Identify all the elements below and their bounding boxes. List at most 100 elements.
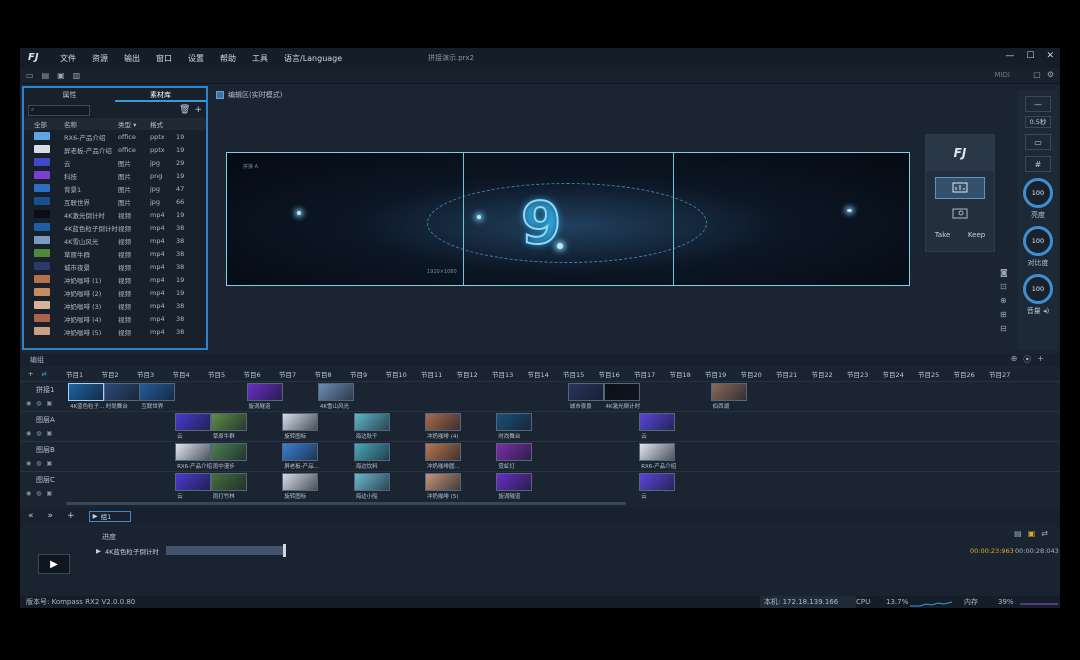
progress-handle[interactable]: [282, 544, 286, 557]
timeline-clip[interactable]: [639, 473, 676, 491]
library-row[interactable]: 冲奶咖啡 (1) 视频 mp4 19: [24, 273, 206, 286]
menu-help[interactable]: 帮助: [220, 53, 236, 64]
target-icon[interactable]: ⊕: [1000, 296, 1008, 305]
library-row[interactable]: 冲奶咖啡 (3) 视频 mp4 38: [24, 299, 206, 312]
lock-icon[interactable]: ▣: [47, 400, 53, 407]
add-program-icon[interactable]: +: [1037, 354, 1044, 365]
export-icon[interactable]: ▥: [73, 71, 81, 80]
trash-icon[interactable]: 🗑: [179, 105, 190, 115]
visibility-icon[interactable]: ◉: [26, 490, 31, 497]
program-marker[interactable]: 节目5: [208, 369, 244, 379]
brightness-knob[interactable]: 100: [1023, 178, 1053, 208]
library-row[interactable]: 4K蓝色粒子倒计时 视频 mp4 38: [24, 221, 206, 234]
program-marker[interactable]: 节目11: [421, 369, 457, 379]
swap-icon[interactable]: ⇄: [1041, 529, 1048, 538]
zoom-out-icon[interactable]: ⊟: [1000, 324, 1008, 333]
program-marker[interactable]: 节目27: [989, 369, 1025, 379]
preview-stage[interactable]: 9 拼接 A 1920×1080: [226, 152, 910, 286]
timeline-clip[interactable]: [496, 443, 533, 461]
mute-icon[interactable]: ◍: [36, 400, 41, 407]
library-row[interactable]: 互联世界 图片 jpg 66: [24, 195, 206, 208]
program-marker[interactable]: 节目16: [599, 369, 635, 379]
timeline-scrollbar[interactable]: [66, 502, 626, 505]
list-icon[interactable]: ▤: [1014, 529, 1022, 538]
mute-icon[interactable]: ◍: [36, 490, 41, 497]
timeline-clip[interactable]: [353, 473, 390, 491]
expand-icon[interactable]: ▶: [96, 547, 101, 555]
timeline-clip[interactable]: [496, 473, 533, 491]
timeline-clip[interactable]: [175, 413, 212, 431]
timeline-clip[interactable]: [567, 383, 604, 401]
menu-tools[interactable]: 工具: [252, 53, 268, 64]
library-row[interactable]: 4K激光倒计时 视频 mp4 19: [24, 208, 206, 221]
menu-settings[interactable]: 设置: [188, 53, 204, 64]
program-marker[interactable]: 节目7: [279, 369, 315, 379]
library-row[interactable]: 城市夜景 视频 mp4 38: [24, 260, 206, 273]
library-row[interactable]: 冲奶咖啡 (2) 视频 mp4 19: [24, 286, 206, 299]
timeline-clip[interactable]: [103, 383, 140, 401]
lock-icon[interactable]: ▣: [47, 430, 53, 437]
timeline-clip[interactable]: [639, 413, 676, 431]
program-marker[interactable]: 节目14: [528, 369, 564, 379]
settings-icon[interactable]: ⚙: [1047, 70, 1054, 79]
program-marker[interactable]: 节目6: [244, 369, 280, 379]
mute-icon[interactable]: ◍: [36, 460, 41, 467]
visibility-icon[interactable]: ◉: [26, 460, 31, 467]
timeline-clip[interactable]: [639, 443, 676, 461]
program-marker[interactable]: 节目8: [315, 369, 351, 379]
add-icon[interactable]: +: [194, 105, 202, 115]
add-group-icon[interactable]: +: [67, 511, 75, 521]
library-row[interactable]: 冲奶咖啡 (5) 视频 mp4 38: [24, 325, 206, 338]
timeline-clip[interactable]: [210, 443, 247, 461]
visibility-icon[interactable]: ◉: [26, 430, 31, 437]
timeline-clip[interactable]: [246, 383, 283, 401]
program-marker[interactable]: 节目24: [883, 369, 919, 379]
timeline-clip[interactable]: [317, 383, 354, 401]
zoom-in-icon[interactable]: ⊞: [1000, 310, 1008, 319]
sync-icon[interactable]: ⇄: [41, 370, 46, 378]
transition-speed[interactable]: 0.5秒: [1025, 116, 1051, 128]
new-file-icon[interactable]: ▭: [26, 71, 34, 80]
program-marker[interactable]: 节目10: [386, 369, 422, 379]
library-row[interactable]: 冲奶咖啡 (4) 视频 mp4 38: [24, 312, 206, 325]
progress-bar[interactable]: [166, 546, 285, 555]
program-marker[interactable]: 节目9: [350, 369, 386, 379]
library-row[interactable]: 屏老板-产品介绍 office pptx 19: [24, 143, 206, 156]
library-row[interactable]: RX6-产品介绍 office pptx 19: [24, 130, 206, 143]
library-row[interactable]: 科技 图片 png 19: [24, 169, 206, 182]
save-icon[interactable]: ▣: [57, 71, 65, 80]
timeline-clip[interactable]: [282, 413, 319, 431]
timeline-clip[interactable]: [282, 473, 319, 491]
volume-knob[interactable]: 100: [1023, 274, 1053, 304]
keep-button[interactable]: Keep: [968, 231, 985, 239]
col-format[interactable]: 格式: [150, 119, 176, 129]
midi-label[interactable]: MIDI: [994, 71, 1010, 79]
fit-icon[interactable]: ⊡: [1000, 282, 1008, 291]
program-marker[interactable]: 节目18: [670, 369, 706, 379]
timeline-clip[interactable]: [282, 443, 319, 461]
lock-icon[interactable]: ▣: [47, 460, 53, 467]
menu-output[interactable]: 输出: [124, 53, 140, 64]
prev-group-icon[interactable]: «: [28, 511, 34, 521]
group-tab[interactable]: ▶ 组1: [88, 510, 131, 522]
pin-icon[interactable]: ⦿: [1023, 354, 1031, 365]
program-marker[interactable]: 节目21: [776, 369, 812, 379]
col-all[interactable]: 全部: [24, 119, 64, 129]
open-file-icon[interactable]: ▤: [42, 71, 50, 80]
timeline-clip[interactable]: [710, 383, 747, 401]
timeline-clip[interactable]: [68, 383, 104, 401]
timeline-clip[interactable]: [210, 413, 247, 431]
maximize-button[interactable]: ☐: [1026, 51, 1034, 61]
preview-output-button[interactable]: [935, 203, 985, 225]
menu-language[interactable]: 语言/Language: [284, 53, 342, 64]
program-marker[interactable]: 节目23: [847, 369, 883, 379]
mute-icon[interactable]: ◍: [36, 430, 41, 437]
program-marker[interactable]: 节目4: [173, 369, 209, 379]
timeline-clip[interactable]: [425, 443, 461, 461]
live-output-button[interactable]: [935, 177, 985, 199]
library-row[interactable]: 云 图片 jpg 29: [24, 156, 206, 169]
program-marker[interactable]: 节目20: [741, 369, 777, 379]
play-button[interactable]: ▶: [38, 554, 70, 574]
timeline-clip[interactable]: [425, 413, 461, 431]
lock-icon[interactable]: ▣: [47, 490, 53, 497]
